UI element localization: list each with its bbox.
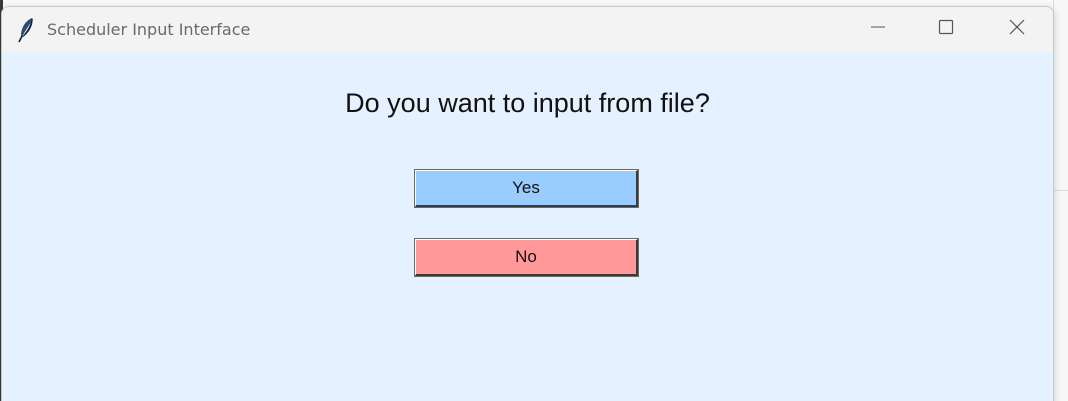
yes-button[interactable]: Yes: [414, 169, 639, 208]
close-button[interactable]: [994, 7, 1040, 52]
title-bar[interactable]: Scheduler Input Interface: [2, 7, 1053, 52]
no-button[interactable]: No: [414, 238, 639, 277]
app-window: Scheduler Input Interface Do you want to…: [1, 6, 1054, 401]
minimize-button[interactable]: [855, 7, 901, 52]
dialog-body: Do you want to input from file? Yes No: [2, 52, 1053, 401]
feather-icon: [16, 17, 36, 43]
background-window-divider: [1053, 190, 1068, 191]
background-window-edge: [1053, 0, 1068, 401]
maximize-button[interactable]: [923, 7, 969, 52]
maximize-icon: [938, 19, 954, 40]
close-icon: [1008, 18, 1026, 41]
minimize-icon: [870, 19, 886, 40]
question-label: Do you want to input from file?: [345, 88, 710, 118]
window-title: Scheduler Input Interface: [47, 20, 251, 39]
